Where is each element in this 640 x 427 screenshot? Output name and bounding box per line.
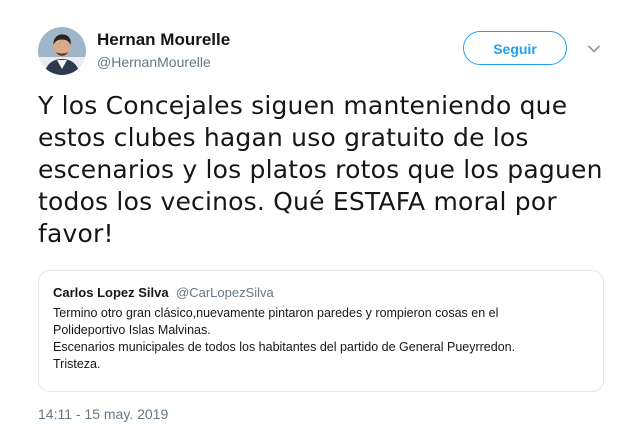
quoted-author-handle: @CarLopezSilva [176,285,274,300]
profile-photo-icon [38,27,86,75]
tweet-timestamp[interactable]: 14:11 - 15 may. 2019 [38,406,168,422]
author-name[interactable]: Hernan Mourelle [97,30,230,50]
quoted-text-line: Termino otro gran clásico,nuevamente pin… [53,306,499,320]
author-avatar[interactable] [38,27,86,75]
quoted-tweet[interactable]: Carlos Lopez Silva @CarLopezSilva Termin… [38,270,604,392]
tweet-text: Y los Concejales siguen manteniendo que … [38,91,603,248]
chevron-down-icon[interactable] [586,41,602,57]
quoted-text-line: Tristeza. [53,357,101,371]
tweet-card: Hernan Mourelle @HernanMourelle Seguir Y… [0,0,640,427]
author-handle[interactable]: @HernanMourelle [97,54,211,70]
follow-button[interactable]: Seguir [463,31,567,65]
quoted-tweet-text: Termino otro gran clásico,nuevamente pin… [53,305,593,373]
quoted-text-line: Escenarios municipales de todos los habi… [53,340,516,354]
quoted-author-name: Carlos Lopez Silva [53,285,169,300]
quoted-text-line: Polideportivo Islas Malvinas. [53,323,211,337]
